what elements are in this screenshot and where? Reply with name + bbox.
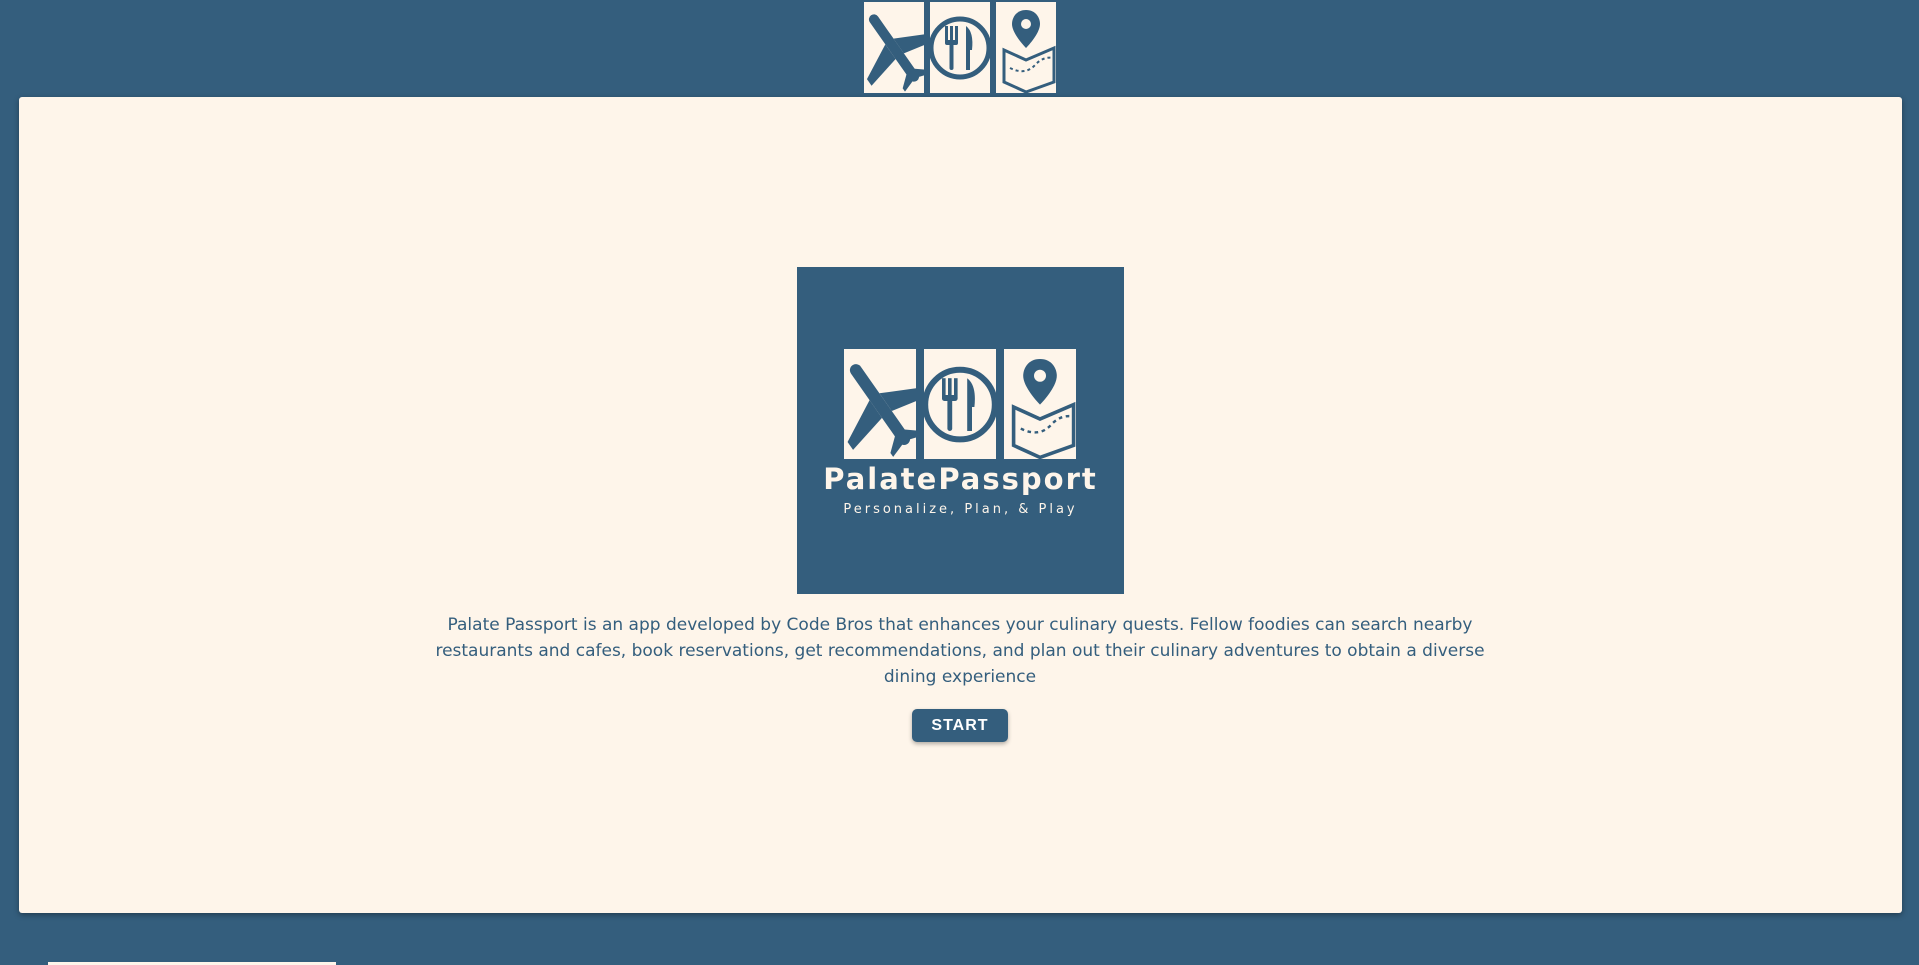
app-description: Palate Passport is an app developed by C…	[435, 615, 1485, 687]
map-pin-icon	[1004, 349, 1076, 459]
brand-name: PalatePassport	[823, 462, 1098, 496]
header-logo	[864, 2, 1056, 93]
airplane-icon	[864, 2, 924, 93]
fork-knife-plate-icon	[924, 349, 996, 459]
hero-logo-icons	[844, 349, 1077, 459]
hero-logo: PalatePassport Personalize, Plan, & Play	[797, 267, 1124, 594]
airplane-icon	[844, 349, 916, 459]
start-button[interactable]: START	[912, 709, 1008, 742]
main-card: PalatePassport Personalize, Plan, & Play…	[19, 97, 1902, 913]
fork-knife-plate-icon	[930, 2, 990, 93]
brand-tagline: Personalize, Plan, & Play	[843, 502, 1078, 517]
map-pin-icon	[996, 2, 1056, 93]
